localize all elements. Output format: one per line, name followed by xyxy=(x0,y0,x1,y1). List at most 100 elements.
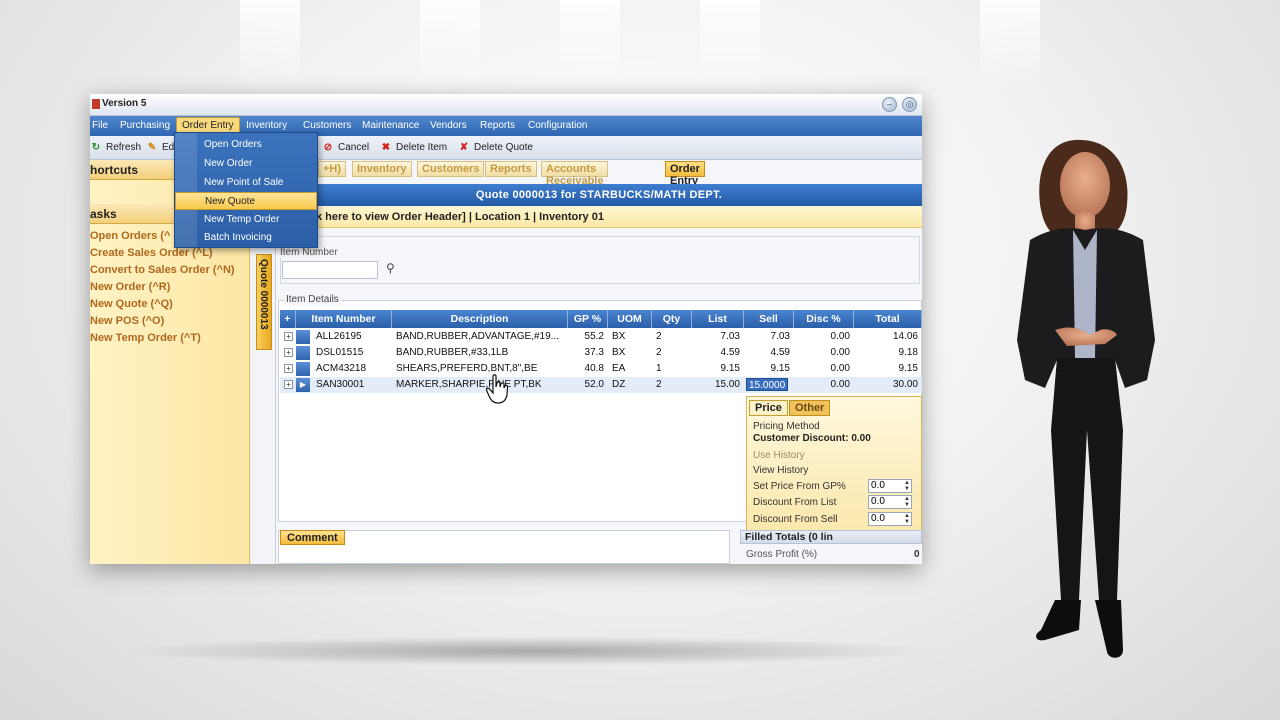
discount-sell-stepper[interactable]: 0.0 ▲ ▼ xyxy=(868,512,912,526)
row-marker xyxy=(296,330,310,344)
refresh-label: Refresh xyxy=(106,142,142,153)
cell-disc: 0.00 xyxy=(830,363,850,374)
cell-item-number: SAN30001 xyxy=(316,379,365,390)
cancel-label: Cancel xyxy=(338,142,370,153)
delete-item-button[interactable]: ✖ Delete Item xyxy=(380,142,447,153)
sell-price-editor[interactable]: 15.0000 xyxy=(746,378,789,391)
task-new-quote[interactable]: New Quote (^Q) xyxy=(90,298,173,310)
col-description[interactable]: Description xyxy=(392,310,568,328)
item-number-input[interactable] xyxy=(282,261,378,279)
tab-reports[interactable]: Reports xyxy=(485,161,537,177)
task-convert-sales-order[interactable]: Convert to Sales Order (^N) xyxy=(90,264,235,276)
col-list[interactable]: List xyxy=(692,310,744,328)
menu-new-quote[interactable]: New Quote xyxy=(175,192,317,210)
gross-profit-label: Gross Profit (%) xyxy=(746,549,818,560)
spin-arrows-icon[interactable]: ▲ ▼ xyxy=(904,480,910,492)
restore-icon[interactable]: ◎ xyxy=(902,97,917,112)
col-expand[interactable]: + xyxy=(280,310,296,328)
cell-total: 30.00 xyxy=(892,379,918,390)
cell-description: MARKER,SHARPIE,FINE PT,BK xyxy=(396,379,542,390)
task-create-sales-order[interactable]: Create Sales Order (^L) xyxy=(90,247,213,259)
menu-customers[interactable]: Customers xyxy=(303,120,351,131)
cell-disc: 0.00 xyxy=(830,347,850,358)
discount-list-stepper[interactable]: 0.0 ▲ ▼ xyxy=(868,495,912,509)
menu-reports[interactable]: Reports xyxy=(480,120,515,131)
order-header-link[interactable]: k here to view Order Header] | Location … xyxy=(276,206,922,228)
menu-maintenance[interactable]: Maintenance xyxy=(362,120,419,131)
menu-open-orders[interactable]: Open Orders xyxy=(175,136,317,154)
delete-item-label: Delete Item xyxy=(396,142,448,153)
view-history-link[interactable]: View History xyxy=(753,465,808,476)
table-row[interactable]: + ACM43218 SHEARS,PREFERD,BNT,8",BE 40.8… xyxy=(280,361,922,377)
menu-batch-invoicing[interactable]: Batch Invoicing xyxy=(175,229,317,247)
cell-uom: BX xyxy=(612,347,626,358)
expand-row-icon[interactable]: + xyxy=(284,348,293,357)
comment-box[interactable] xyxy=(278,530,730,564)
menu-purchasing[interactable]: Purchasing xyxy=(120,120,170,131)
use-history-link[interactable]: Use History xyxy=(753,450,805,461)
expand-row-icon[interactable]: + xyxy=(284,380,293,389)
task-open-orders[interactable]: Open Orders (^ xyxy=(90,230,170,242)
edit-button[interactable]: ✎ Ed xyxy=(146,142,174,153)
menu-new-order[interactable]: New Order xyxy=(175,155,317,173)
cell-sell: 9.15 xyxy=(770,363,790,374)
col-qty[interactable]: Qty xyxy=(652,310,692,328)
set-price-gp-stepper[interactable]: 0.0 ▲ ▼ xyxy=(868,479,912,493)
table-row[interactable]: + ALL26195 BAND,RUBBER,ADVANTAGE,#19... … xyxy=(280,329,922,345)
col-disc[interactable]: Disc % xyxy=(794,310,854,328)
cell-uom: BX xyxy=(612,331,626,342)
pricing-method-label: Pricing Method xyxy=(753,421,820,432)
refresh-button[interactable]: ↻ Refresh xyxy=(90,142,141,153)
tab-customers[interactable]: Customers xyxy=(417,161,485,177)
menu-vendors[interactable]: Vendors xyxy=(430,120,467,131)
spin-arrows-icon[interactable]: ▲ ▼ xyxy=(904,513,910,525)
menu-file[interactable]: File xyxy=(92,120,108,131)
window-shadow xyxy=(120,636,940,666)
tab-price[interactable]: Price xyxy=(749,400,788,416)
current-row-marker: ▶ xyxy=(296,378,310,392)
tab-shortcut[interactable]: +H) xyxy=(318,161,347,177)
delete-quote-button[interactable]: ✘ Delete Quote xyxy=(458,142,533,153)
cell-item-number: ALL26195 xyxy=(316,331,362,342)
quote-document-tab-label: Quote 0000013 xyxy=(258,259,269,330)
delete-quote-label: Delete Quote xyxy=(474,142,533,153)
cell-qty: 2 xyxy=(656,331,662,342)
spotlight xyxy=(240,0,300,90)
task-new-temp-order[interactable]: New Temp Order (^T) xyxy=(90,332,201,344)
minimize-icon[interactable]: – xyxy=(882,97,897,112)
order-entry-dropdown: Open Orders New Order New Point of Sale … xyxy=(174,132,318,248)
col-sell[interactable]: Sell xyxy=(744,310,794,328)
menu-new-pos[interactable]: New Point of Sale xyxy=(175,174,317,192)
tab-order-entry[interactable]: Order Entry xyxy=(665,161,705,187)
cell-gp: 40.8 xyxy=(584,363,604,374)
item-details-legend: Item Details xyxy=(284,294,341,305)
table-row-selected[interactable]: + ▶ SAN30001 MARKER,SHARPIE,FINE PT,BK 5… xyxy=(280,377,922,393)
task-new-pos[interactable]: New POS (^O) xyxy=(90,315,164,327)
quote-document-tab[interactable]: Quote 0000013 xyxy=(256,254,272,350)
col-uom[interactable]: UOM xyxy=(608,310,652,328)
hand-cursor-icon xyxy=(486,374,508,404)
cell-item-number: ACM43218 xyxy=(316,363,367,374)
tab-accounts-receivable[interactable]: Accounts Receivable xyxy=(541,161,609,187)
set-price-gp-label: Set Price From GP% xyxy=(753,481,846,492)
row-marker xyxy=(296,362,310,376)
col-gp[interactable]: GP % xyxy=(568,310,608,328)
cancel-button[interactable]: ⊘ Cancel xyxy=(322,142,369,153)
tab-other[interactable]: Other xyxy=(789,400,831,416)
menu-inventory[interactable]: Inventory xyxy=(246,120,287,131)
menu-configuration[interactable]: Configuration xyxy=(528,120,587,131)
spin-arrows-icon[interactable]: ▲ ▼ xyxy=(904,496,910,508)
cell-disc: 0.00 xyxy=(830,379,850,390)
col-total[interactable]: Total xyxy=(854,310,922,328)
cell-uom: DZ xyxy=(612,379,626,390)
menu-new-temp-order[interactable]: New Temp Order xyxy=(175,211,317,229)
tab-inventory[interactable]: Inventory xyxy=(352,161,412,177)
delete-icon: ✖ xyxy=(381,142,391,153)
expand-row-icon[interactable]: + xyxy=(284,364,293,373)
discount-list-label: Discount From List xyxy=(753,497,837,508)
col-item-number[interactable]: Item Number xyxy=(296,310,392,328)
expand-row-icon[interactable]: + xyxy=(284,332,293,341)
search-icon[interactable]: ⚲ xyxy=(386,261,395,275)
task-new-order[interactable]: New Order (^R) xyxy=(90,281,170,293)
table-row[interactable]: + DSL01515 BAND,RUBBER,#33,1LB 37.3 BX 2… xyxy=(280,345,922,361)
